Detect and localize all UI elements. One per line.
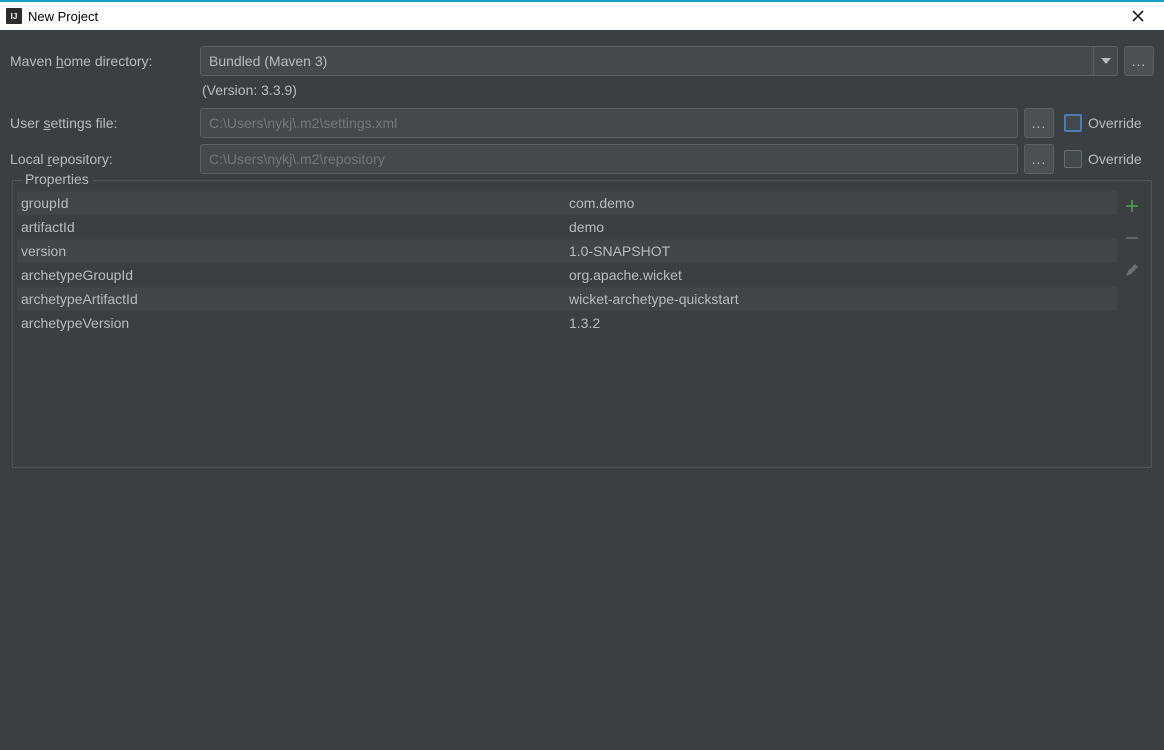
label-text: ome directory: <box>64 53 153 69</box>
local-repo-override-wrap: Override <box>1064 150 1154 168</box>
close-icon <box>1132 10 1144 22</box>
label-text: Local <box>10 151 47 167</box>
properties-body: groupId com.demo artifactId demo version… <box>13 181 1151 467</box>
maven-version-text: (Version: 3.3.9) <box>200 82 297 98</box>
user-settings-field[interactable]: C:\Users\nykj\.m2\settings.xml <box>200 108 1018 138</box>
prop-key: groupId <box>17 195 565 211</box>
user-settings-override-checkbox[interactable] <box>1064 114 1082 132</box>
maven-home-label: Maven home directory: <box>10 53 200 69</box>
remove-property-button[interactable] <box>1121 227 1143 249</box>
ellipsis-icon: ... <box>1132 53 1147 69</box>
minus-icon <box>1124 230 1140 246</box>
window-title: New Project <box>28 9 1118 24</box>
prop-key: archetypeGroupId <box>17 267 565 283</box>
dropdown-value: Bundled (Maven 3) <box>209 53 327 69</box>
local-repo-override-checkbox[interactable] <box>1064 150 1082 168</box>
titlebar: IJ New Project <box>0 0 1164 30</box>
table-row[interactable]: version 1.0-SNAPSHOT <box>17 239 1117 263</box>
table-row[interactable]: archetypeArtifactId wicket-archetype-qui… <box>17 287 1117 311</box>
label-text: Maven <box>10 53 56 69</box>
plus-icon <box>1124 198 1140 214</box>
add-property-button[interactable] <box>1121 195 1143 217</box>
ellipsis-icon: ... <box>1032 115 1047 131</box>
chevron-down-icon <box>1093 47 1117 75</box>
label-accel: h <box>56 53 64 69</box>
properties-tools <box>1117 191 1147 463</box>
prop-value: 1.3.2 <box>565 315 1117 331</box>
label-text: epository: <box>52 151 113 167</box>
pencil-icon <box>1124 262 1140 278</box>
properties-legend: Properties <box>21 171 93 187</box>
prop-key: artifactId <box>17 219 565 235</box>
prop-key: archetypeArtifactId <box>17 291 565 307</box>
field-value: C:\Users\nykj\.m2\settings.xml <box>209 115 397 131</box>
table-row[interactable]: artifactId demo <box>17 215 1117 239</box>
app-icon: IJ <box>6 8 22 24</box>
prop-value: org.apache.wicket <box>565 267 1117 283</box>
table-row[interactable]: archetypeGroupId org.apache.wicket <box>17 263 1117 287</box>
maven-home-dropdown[interactable]: Bundled (Maven 3) <box>200 46 1118 76</box>
prop-value: demo <box>565 219 1117 235</box>
properties-table[interactable]: groupId com.demo artifactId demo version… <box>17 191 1117 463</box>
prop-key: archetypeVersion <box>17 315 565 331</box>
local-repo-label: Local repository: <box>10 151 200 167</box>
prop-key: version <box>17 243 565 259</box>
override-label: Override <box>1088 151 1142 167</box>
label-text: ettings file: <box>50 115 117 131</box>
user-settings-browse-button[interactable]: ... <box>1024 108 1054 138</box>
maven-home-browse-button[interactable]: ... <box>1124 46 1154 76</box>
prop-value: com.demo <box>565 195 1117 211</box>
user-settings-label: User settings file: <box>10 115 200 131</box>
maven-version-row: (Version: 3.3.9) <box>10 82 1154 98</box>
local-repo-field[interactable]: C:\Users\nykj\.m2\repository <box>200 144 1018 174</box>
table-row[interactable]: groupId com.demo <box>17 191 1117 215</box>
table-row[interactable]: archetypeVersion 1.3.2 <box>17 311 1117 335</box>
edit-property-button[interactable] <box>1121 259 1143 281</box>
properties-panel: Properties groupId com.demo artifactId d… <box>12 180 1152 468</box>
content-area: Maven home directory: Bundled (Maven 3) … <box>0 30 1164 478</box>
local-repo-row: Local repository: C:\Users\nykj\.m2\repo… <box>10 144 1154 174</box>
prop-value: wicket-archetype-quickstart <box>565 291 1117 307</box>
close-button[interactable] <box>1118 2 1158 30</box>
user-settings-override-wrap: Override <box>1064 114 1154 132</box>
label-text: User <box>10 115 43 131</box>
prop-value: 1.0-SNAPSHOT <box>565 243 1117 259</box>
field-value: C:\Users\nykj\.m2\repository <box>209 151 385 167</box>
override-label: Override <box>1088 115 1142 131</box>
user-settings-row: User settings file: C:\Users\nykj\.m2\se… <box>10 108 1154 138</box>
local-repo-browse-button[interactable]: ... <box>1024 144 1054 174</box>
ellipsis-icon: ... <box>1032 151 1047 167</box>
maven-home-row: Maven home directory: Bundled (Maven 3) … <box>10 46 1154 76</box>
